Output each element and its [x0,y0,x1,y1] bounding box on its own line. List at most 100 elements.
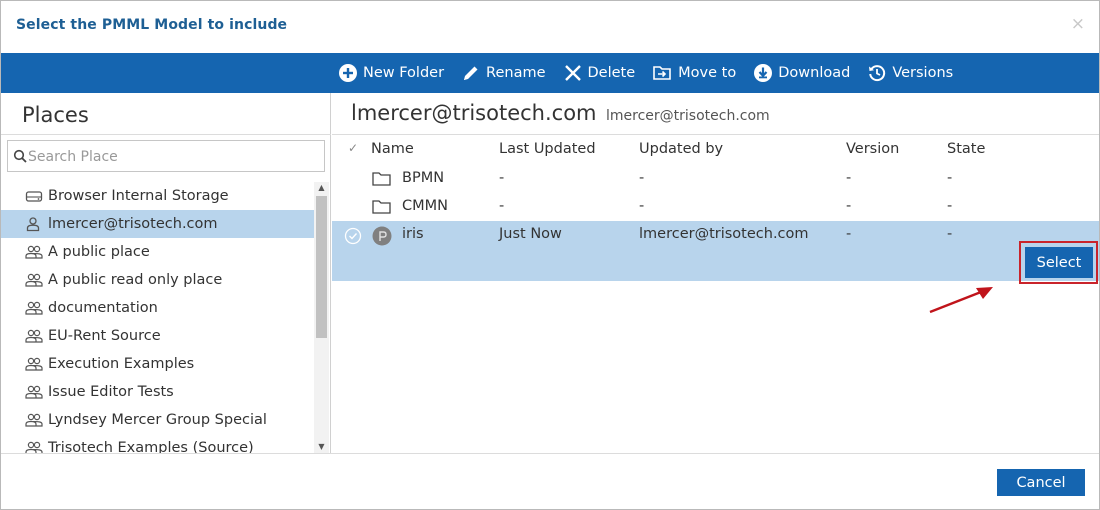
table-row[interactable]: CMMN - - - - [332,193,1099,221]
pmml-model-icon [372,226,392,250]
divider [1,134,331,135]
row-state: - [947,226,953,242]
place-label: Issue Editor Tests [48,384,174,400]
place-item-issue-editor-tests[interactable]: Issue Editor Tests [1,378,314,406]
row-name: iris [402,226,424,242]
versions-label: Versions [892,65,954,81]
column-header-updated-by[interactable]: Updated by [639,141,723,157]
place-item-lyndsey-group[interactable]: Lyndsey Mercer Group Special [1,406,314,434]
place-label: Lyndsey Mercer Group Special [48,412,267,428]
scroll-down-icon[interactable]: ▼ [314,441,329,453]
rename-button[interactable]: Rename [461,63,546,83]
plus-circle-icon [339,64,357,82]
delete-label: Delete [587,65,636,81]
users-icon [25,272,45,288]
search-place-input[interactable] [28,146,318,168]
drive-icon [25,189,45,203]
search-place-box [7,140,325,172]
users-icon [25,300,45,316]
row-updated-by: - [639,170,645,186]
places-panel: Places Browser Internal Storage lmercer@… [1,93,331,453]
place-item-lmercer[interactable]: lmercer@trisotech.com [1,210,314,238]
place-label: EU-Rent Source [48,328,161,344]
table-row-selected[interactable]: iris Just Now lmercer@trisotech.com - - [332,221,1099,281]
download-label: Download [778,65,851,81]
move-to-label: Move to [678,65,737,81]
place-item-execution-examples[interactable]: Execution Examples [1,350,314,378]
place-label: documentation [48,300,158,316]
users-icon [25,440,45,453]
row-version: - [846,170,852,186]
places-list: Browser Internal Storage lmercer@trisote… [1,182,314,453]
pmml-select-dialog: Select the PMML Model to include × New F… [0,0,1100,510]
row-state: - [947,198,953,214]
x-icon [564,65,581,81]
column-header-version[interactable]: Version [846,141,899,157]
row-last-updated: - [499,198,505,214]
dialog-title-bar: Select the PMML Model to include × [1,1,1099,53]
column-header-name[interactable]: Name [371,141,414,157]
place-item-trisotech-examples[interactable]: Trisotech Examples (Source) [1,434,314,453]
users-icon [25,384,45,400]
dialog-title: Select the PMML Model to include [16,17,288,33]
place-item-eu-rent[interactable]: EU-Rent Source [1,322,314,350]
new-folder-button[interactable]: New Folder [338,63,444,83]
row-name: BPMN [402,170,445,186]
scroll-up-icon[interactable]: ▲ [314,182,329,194]
place-item-public-read-only[interactable]: A public read only place [1,266,314,294]
select-button-highlight: Select [1019,241,1098,284]
row-version: - [846,198,852,214]
table-row[interactable]: BPMN - - - - [332,165,1099,193]
scroll-thumb[interactable] [316,196,327,338]
row-updated-by: - [639,198,645,214]
download-button[interactable]: Download [753,63,850,83]
users-icon [25,412,45,428]
user-icon [25,216,45,232]
search-icon [13,149,27,163]
place-label: Browser Internal Storage [48,188,229,204]
users-icon [25,244,45,260]
versions-button[interactable]: Versions [867,63,953,83]
new-folder-label: New Folder [363,65,445,81]
pencil-icon [464,66,478,80]
content-subtitle: lmercer@trisotech.com [606,108,770,124]
toolbar: New Folder Rename Delete Move to Downloa… [1,53,1099,93]
move-to-button[interactable]: Move to [652,63,736,83]
place-item-documentation[interactable]: documentation [1,294,314,322]
row-last-updated: - [499,170,505,186]
place-label: A public place [48,244,150,260]
row-name: CMMN [402,198,448,214]
place-item-browser-storage[interactable]: Browser Internal Storage [1,182,314,210]
place-item-public-place[interactable]: A public place [1,238,314,266]
select-all-check-icon[interactable]: ✓ [348,141,358,155]
history-icon [869,65,886,82]
places-title: Places [22,103,89,127]
dialog-footer: Cancel [1,453,1099,509]
place-label: A public read only place [48,272,223,288]
folder-icon [372,171,391,190]
column-header-last-updated[interactable]: Last Updated [499,141,596,157]
place-label: Execution Examples [48,356,195,372]
move-folder-icon [653,66,671,80]
content-title: lmercer@trisotech.com [351,101,597,125]
red-arrow-icon [929,287,993,314]
cancel-button[interactable]: Cancel [997,469,1085,496]
row-state: - [947,170,953,186]
rename-label: Rename [486,65,546,81]
row-version: - [846,226,852,242]
row-updated-by: lmercer@trisotech.com [639,226,809,242]
row-check-icon[interactable] [344,227,362,249]
close-icon[interactable]: × [1071,14,1085,34]
places-scrollbar[interactable]: ▲ ▼ [314,182,329,453]
column-header-state[interactable]: State [947,141,985,157]
select-button[interactable]: Select [1025,247,1093,278]
users-icon [25,356,45,372]
content-panel: lmercer@trisotech.com lmercer@trisotech.… [332,93,1099,453]
place-label: lmercer@trisotech.com [48,216,218,232]
place-label: Trisotech Examples (Source) [48,440,254,453]
row-last-updated: Just Now [499,226,562,242]
divider [332,134,1099,135]
delete-button[interactable]: Delete [563,63,636,83]
folder-icon [372,199,391,218]
download-circle-icon [754,64,773,82]
